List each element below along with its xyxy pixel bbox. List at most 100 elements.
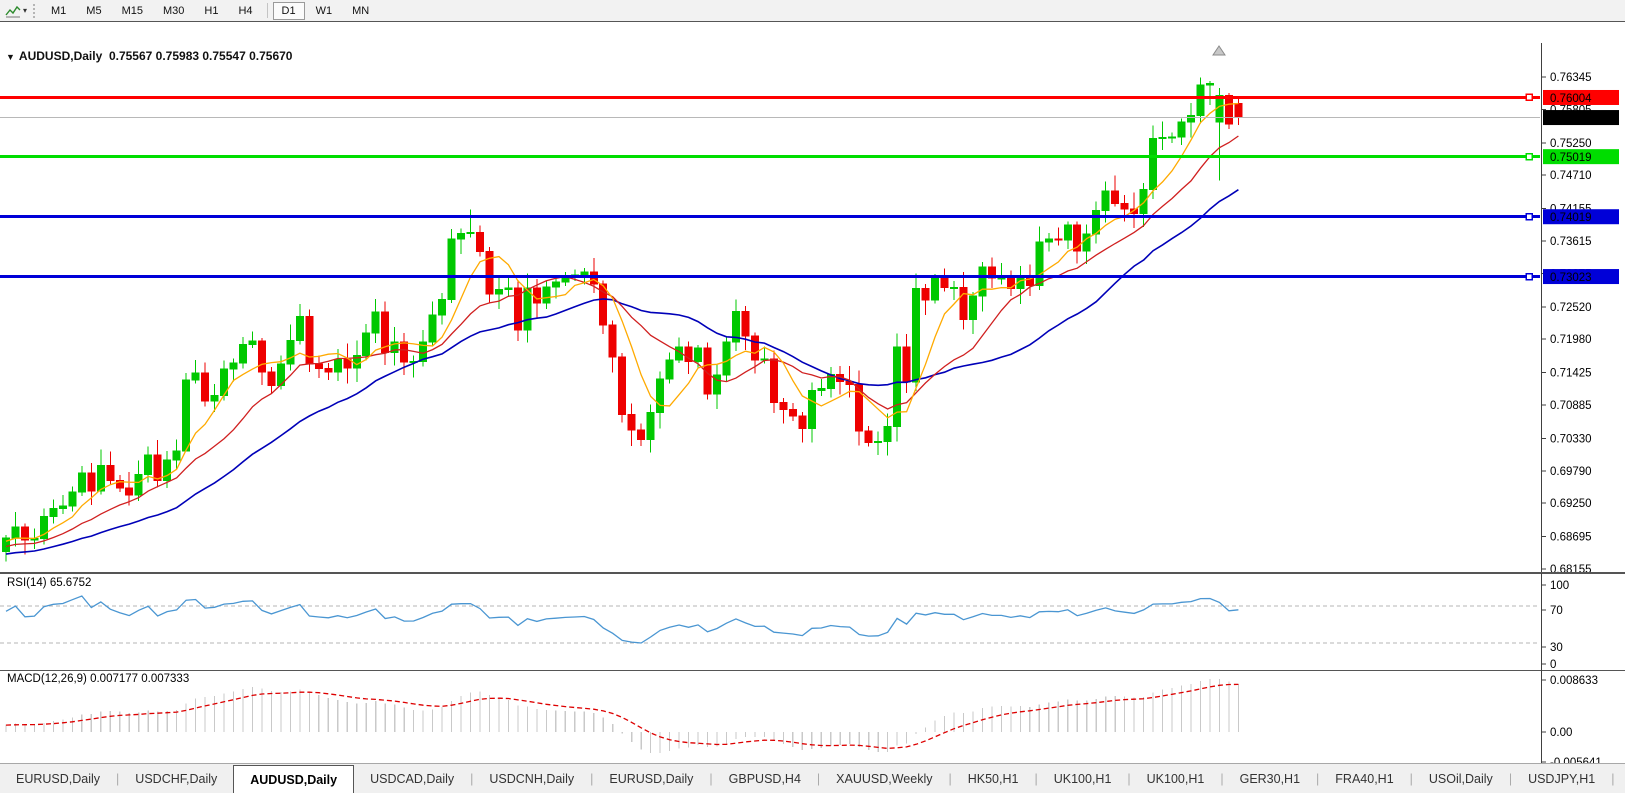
price-tick-label: 0.70330 [1550,433,1592,445]
chart-tab-usdchf-daily[interactable]: USDCHF,Daily [119,764,233,793]
price-badge-label: 0.76004 [1550,93,1592,105]
chart-tab-xauusd-weekly[interactable]: XAUUSD,Weekly [820,764,948,793]
candle-body [779,401,788,410]
timeframe-button-m30[interactable]: M30 [154,2,193,20]
chevron-down-icon[interactable]: ▾ [23,6,27,15]
chart-tab-usdcad-daily[interactable]: USDCAD,Daily [354,764,470,793]
candle-body [11,526,20,539]
candle-body [950,287,958,290]
candle-body [134,473,143,496]
macd-pane-background [0,670,1625,767]
candle-body [1196,84,1205,117]
line-drag-handle[interactable] [1525,152,1533,161]
candle-body [1044,238,1053,243]
indicator-icon[interactable] [3,3,23,19]
candle-body [77,472,86,493]
timeframe-button-m15[interactable]: M15 [113,2,152,20]
timeframe-button-w1[interactable]: W1 [307,2,342,20]
price-badge-label: 0.74019 [1550,212,1592,224]
candle-body [864,430,873,444]
symbol-dropdown-icon[interactable]: ▼ [6,52,15,62]
rsi-pane[interactable]: 100 70 30 0 [0,573,1625,670]
candle-body [1054,238,1063,241]
rsi-indicator-label: RSI(14) 65.6752 [7,577,92,589]
toolbar-grip[interactable] [33,3,36,18]
candle-body [1149,138,1158,191]
price-tick-label: 0.69250 [1550,498,1592,510]
candle-body [400,341,409,363]
timeframe-button-d1[interactable]: D1 [272,1,305,20]
price-tick-label: 0.72520 [1550,302,1592,314]
candle-body [153,454,162,481]
candle-body [333,359,342,373]
chart-tab-eurusd-daily[interactable]: EURUSD,Daily [0,764,116,793]
macd-pane[interactable]: 0.0086330.00-0.005641 [0,670,1625,767]
candle-body [125,487,134,496]
candle-body [106,464,115,481]
line-drag-handle[interactable] [1525,272,1533,281]
chart-tab-audusd-daily[interactable]: AUDUSD,Daily [233,765,355,793]
candle-body [807,389,816,430]
candle-body [769,358,778,403]
candle-body [49,508,58,517]
price-tick-label: 0.74710 [1550,170,1592,182]
candle-body [722,341,731,376]
chart-tab-usdcnh-daily[interactable]: USDCNH,Daily [473,764,590,793]
candle-body [362,332,371,356]
chart-tab-usoil-daily[interactable]: USOil,Daily [1413,764,1509,793]
line-drag-handle[interactable] [1525,93,1533,102]
candle-body [248,340,257,346]
chart-tab-uk100-h1[interactable]: UK100,H1 [1131,764,1221,793]
candle-body [172,450,181,461]
chart-tab-fra40-h1[interactable]: FRA40,H1 [1319,764,1409,793]
main-pane-background [0,43,1625,573]
timeframe-button-h1[interactable]: H1 [195,2,227,20]
timeframe-button-m5[interactable]: M5 [77,2,110,20]
chart-tab-dj30-daily[interactable]: DJ30,Daily [1614,764,1625,793]
candle-body [580,271,589,276]
candle-body [997,277,1006,280]
timeframe-button-mn[interactable]: MN [343,2,378,20]
chart-tab-usdjpy-h1[interactable]: USDJPY,H1 [1512,764,1611,793]
candle-body [1168,136,1177,139]
candle-body [191,372,200,381]
candle-body [476,231,484,253]
timeframe-button-m1[interactable]: M1 [42,2,75,20]
candle-body [523,287,532,331]
candle-body [741,311,750,337]
candle-body [665,359,674,380]
candle-body [694,347,703,362]
candle-body [239,344,247,364]
price-tick-label: 0.68155 [1550,564,1592,573]
price-tick-label: 0.73615 [1550,236,1592,248]
chart-tab-eurusd-daily[interactable]: EURUSD,Daily [593,764,709,793]
candle-body [627,413,636,431]
line-drag-handle[interactable] [1525,212,1533,221]
rsi-tick-label: 30 [1550,642,1563,654]
candle-body [504,287,513,290]
candle-body [542,286,551,304]
candle-body [1234,103,1243,119]
candle-body [902,346,911,383]
chart-tab-gbpusd-h4[interactable]: GBPUSD,H4 [713,764,817,793]
candle-body [750,335,759,361]
price-tick-label: 0.75250 [1550,138,1592,150]
candle-body [893,346,902,427]
candle-body [817,387,826,391]
price-badge-label: 0.75019 [1550,152,1592,164]
candle-body [1187,115,1195,123]
candle-body [921,288,930,301]
chart-tab-hk50-h1[interactable]: HK50,H1 [952,764,1035,793]
candle-body [286,339,295,365]
candle-body [1035,241,1044,287]
candle-body [1120,202,1129,210]
candle-body [940,277,949,289]
candle-body [1205,82,1214,86]
macd-indicator-label: MACD(12,26,9) 0.007177 0.007333 [7,673,190,685]
chart-tab-uk100-h1[interactable]: UK100,H1 [1038,764,1128,793]
main-chart-pane[interactable]: 0.763450.758050.752500.747100.741550.736… [0,43,1625,573]
chart-tab-ger30-h1[interactable]: GER30,H1 [1224,764,1316,793]
timeframe-button-h4[interactable]: H4 [229,2,261,20]
candle-body [931,277,940,301]
macd-tick-label: 0.00 [1550,727,1572,739]
